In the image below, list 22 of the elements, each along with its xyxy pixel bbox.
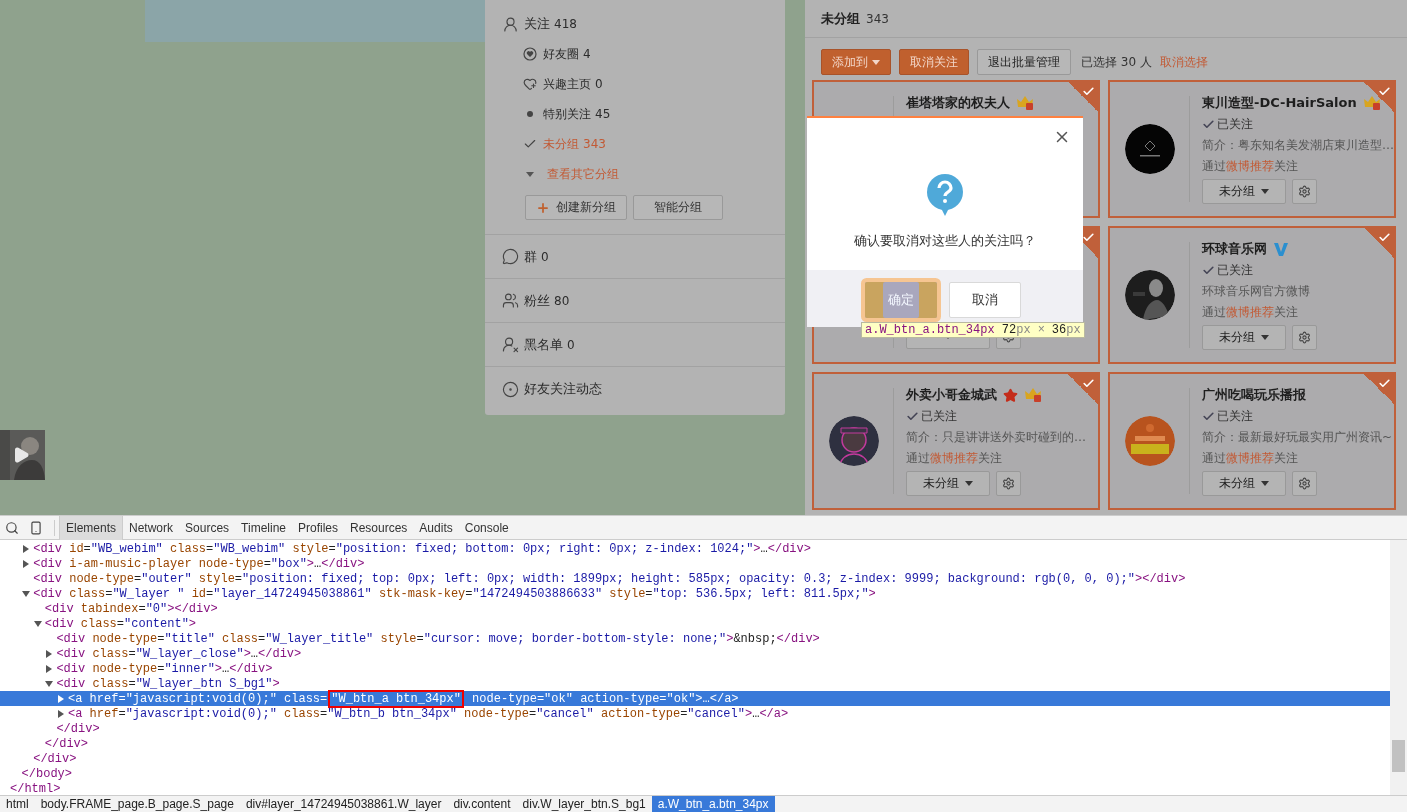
- followed-status: 已关注: [1202, 408, 1393, 425]
- selection-count: 已选择 30 人: [1081, 53, 1152, 71]
- confirm-message: 确认要取消对这些人的关注吗？: [854, 232, 1036, 250]
- user-intro: 简介：最新最好玩最实用广州资讯~: [1202, 429, 1393, 446]
- followed-status: 已关注: [1202, 262, 1317, 279]
- dom-close-tag-line: </div>: [55, 721, 101, 736]
- dom-close-tag-line: </div>: [32, 751, 78, 766]
- dom-close-tag-line: </html>: [9, 781, 62, 795]
- follow-source: 通过微博推荐关注: [906, 450, 1003, 467]
- group-count: 343: [866, 11, 889, 26]
- follow-source: 通过微博推荐关注: [1202, 450, 1299, 467]
- user-intro: 环球音乐网官方微博: [1202, 283, 1311, 300]
- follow-source: 通过微博推荐关注: [1202, 304, 1299, 321]
- user-intro: 简介：只是讲讲送外卖时碰到的…: [906, 429, 1086, 446]
- inspect-tooltip: a.W_btn_a.btn_34px 72px × 36px: [861, 322, 1085, 338]
- follow-source: 通过微博推荐关注: [1202, 158, 1299, 175]
- followed-status: 已关注: [1202, 116, 1394, 133]
- group-title: 未分组: [821, 9, 860, 28]
- user-intro: 简介：粤东知名美发潮店東川造型…: [1202, 137, 1394, 154]
- dom-close-tag-line: </div>: [43, 736, 89, 751]
- dom-close-tag-line: </body>: [20, 766, 73, 781]
- followed-status: 已关注: [906, 408, 1086, 425]
